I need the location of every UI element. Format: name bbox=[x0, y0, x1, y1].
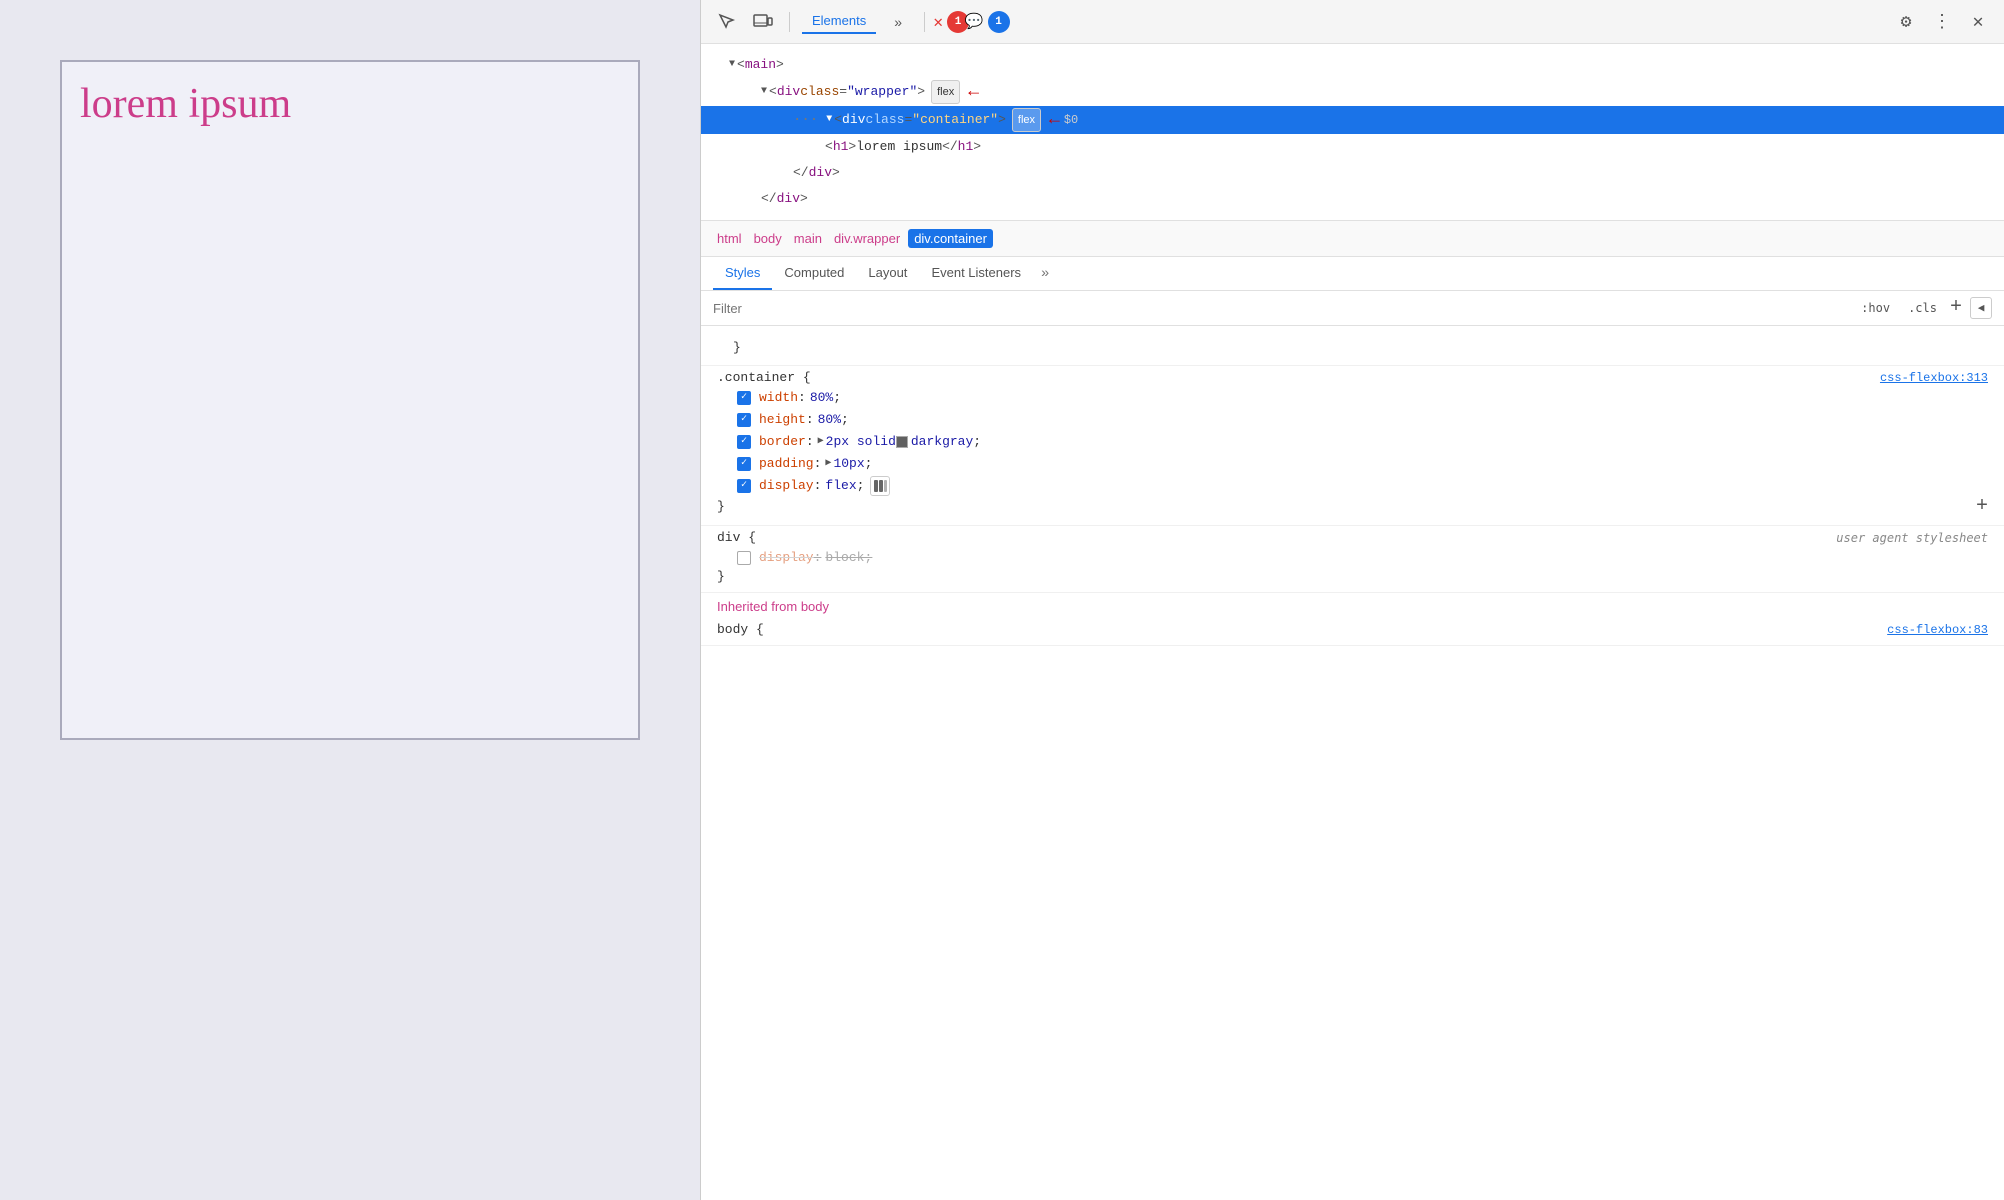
border-expand-icon[interactable]: ▶ bbox=[818, 432, 824, 452]
inspect-element-icon[interactable] bbox=[713, 8, 741, 36]
prop-row-width: width: 80%; bbox=[717, 387, 1988, 409]
prop-checkbox-display-block[interactable] bbox=[737, 551, 751, 565]
settings-icon[interactable]: ⚙ bbox=[1892, 8, 1920, 36]
tree-wrapper-close[interactable]: </div> bbox=[701, 186, 2004, 212]
prop-row-height: height: 80%; bbox=[717, 409, 1988, 431]
prop-row-display: display: flex; bbox=[717, 475, 1988, 497]
more-style-tabs-icon[interactable]: » bbox=[1037, 258, 1053, 290]
tree-container-close[interactable]: </div> bbox=[701, 160, 2004, 186]
triangle-main: ▼ bbox=[729, 54, 735, 76]
page-preview-box: lorem ipsum bbox=[60, 60, 640, 740]
device-emulation-icon[interactable] bbox=[749, 8, 777, 36]
tab-layout[interactable]: Layout bbox=[856, 257, 919, 290]
body-partial-rule: body { css-flexbox:83 bbox=[701, 618, 2004, 646]
filter-bar: :hov .cls + ◀ bbox=[701, 291, 2004, 326]
container-css-rule: .container { css-flexbox:313 width: 80%;… bbox=[701, 366, 2004, 526]
toggle-sidebar-icon[interactable]: ◀ bbox=[1970, 297, 1992, 319]
darkgray-color-swatch[interactable] bbox=[896, 436, 908, 448]
devtools-panel: Elements » ✕ 1 💬 1 ⚙ ⋮ ✕ ▼ <main> ▼ <div… bbox=[700, 0, 2004, 1200]
console-messages-btn[interactable]: 💬 1 bbox=[973, 8, 1001, 36]
styles-content: } .container { css-flexbox:313 width: 80… bbox=[701, 326, 2004, 1200]
breadcrumb-body[interactable]: body bbox=[750, 229, 786, 248]
div-useragent-rule: div { user agent stylesheet display: blo… bbox=[701, 526, 2004, 593]
breadcrumb-bar: html body main div.wrapper div.container bbox=[701, 221, 2004, 257]
prop-row-padding: padding: ▶ 10px; bbox=[717, 453, 1988, 475]
dots-icon: ··· bbox=[793, 109, 818, 131]
prop-checkbox-padding[interactable] bbox=[737, 457, 751, 471]
cls-filter-btn[interactable]: .cls bbox=[1903, 299, 1942, 317]
prop-checkbox-border[interactable] bbox=[737, 435, 751, 449]
toolbar-separator-2 bbox=[924, 12, 925, 32]
filter-input[interactable] bbox=[713, 301, 1848, 316]
container-arrow: ← bbox=[1049, 109, 1060, 131]
devtools-toolbar: Elements » ✕ 1 💬 1 ⚙ ⋮ ✕ bbox=[701, 0, 2004, 44]
body-selector[interactable]: body { bbox=[717, 622, 764, 637]
body-rule-source[interactable]: css-flexbox:83 bbox=[1887, 623, 1988, 637]
inherited-element-link[interactable]: body bbox=[801, 599, 829, 614]
add-style-rule-btn[interactable]: + bbox=[1950, 298, 1962, 318]
partial-rule-above: } bbox=[701, 334, 2004, 366]
tab-event-listeners[interactable]: Event Listeners bbox=[919, 257, 1033, 290]
inherited-from-label: Inherited from body bbox=[701, 593, 2004, 618]
div-rule-source: user agent stylesheet bbox=[1836, 531, 1988, 545]
dollar0-badge: $0 bbox=[1064, 109, 1078, 131]
breadcrumb-container[interactable]: div.container bbox=[908, 229, 993, 248]
prop-checkbox-display[interactable] bbox=[737, 479, 751, 493]
tab-computed[interactable]: Computed bbox=[772, 257, 856, 290]
tree-main-tag[interactable]: ▼ <main> bbox=[701, 52, 2004, 78]
more-options-icon[interactable]: ⋮ bbox=[1928, 8, 1956, 36]
errors-badge-btn[interactable]: ✕ 1 bbox=[937, 8, 965, 36]
container-selector[interactable]: .container { bbox=[717, 370, 811, 385]
more-tabs-icon[interactable]: » bbox=[884, 8, 912, 36]
partial-brace: } bbox=[717, 338, 1988, 357]
toolbar-separator-1 bbox=[789, 12, 790, 32]
div-selector[interactable]: div { bbox=[717, 530, 756, 545]
tree-container-tag[interactable]: ··· ▼ <div class="container"> flex ← $0 bbox=[701, 106, 2004, 134]
container-rule-source[interactable]: css-flexbox:313 bbox=[1880, 371, 1988, 385]
breadcrumb-wrapper[interactable]: div.wrapper bbox=[830, 229, 904, 248]
lorem-ipsum-text: lorem ipsum bbox=[80, 80, 291, 128]
close-devtools-icon[interactable]: ✕ bbox=[1964, 8, 1992, 36]
container-flex-badge[interactable]: flex bbox=[1012, 108, 1041, 132]
prop-checkbox-height[interactable] bbox=[737, 413, 751, 427]
padding-expand-icon[interactable]: ▶ bbox=[825, 454, 831, 474]
breadcrumb-html[interactable]: html bbox=[713, 229, 746, 248]
tree-h1-tag[interactable]: <h1>lorem ipsum</h1> bbox=[701, 134, 2004, 160]
flex-layout-icon[interactable] bbox=[870, 476, 890, 496]
triangle-wrapper: ▼ bbox=[761, 81, 767, 103]
wrapper-flex-badge[interactable]: flex bbox=[931, 80, 960, 104]
styles-tabs-bar: Styles Computed Layout Event Listeners » bbox=[701, 257, 2004, 291]
breadcrumb-main[interactable]: main bbox=[790, 229, 826, 248]
triangle-container: ▼ bbox=[826, 109, 832, 131]
browser-viewport: lorem ipsum bbox=[0, 0, 700, 1200]
prop-checkbox-width[interactable] bbox=[737, 391, 751, 405]
prop-row-display-block: display: block; bbox=[717, 547, 1988, 569]
add-rule-btn[interactable]: + bbox=[1976, 497, 1988, 517]
prop-row-border: border: ▶ 2px solid darkgray; bbox=[717, 431, 1988, 453]
console-count-badge: 1 bbox=[988, 11, 1010, 33]
elements-tab[interactable]: Elements bbox=[802, 9, 876, 34]
html-tree: ▼ <main> ▼ <div class="wrapper"> flex ← … bbox=[701, 44, 2004, 221]
tab-styles[interactable]: Styles bbox=[713, 257, 772, 290]
tree-wrapper-tag[interactable]: ▼ <div class="wrapper"> flex ← bbox=[701, 78, 2004, 106]
hov-filter-btn[interactable]: :hov bbox=[1856, 299, 1895, 317]
wrapper-arrow: ← bbox=[968, 81, 979, 103]
